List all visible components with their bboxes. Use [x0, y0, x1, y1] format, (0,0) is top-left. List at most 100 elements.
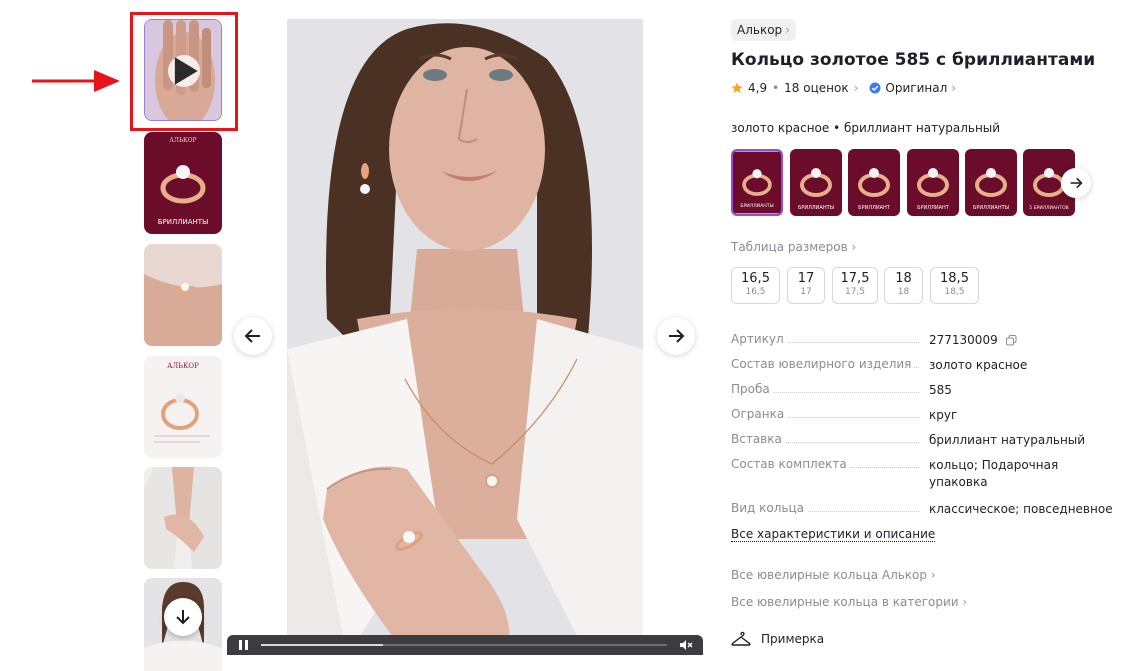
size-main: 17	[797, 271, 815, 286]
chevron-right-icon: ›	[951, 81, 957, 95]
spec-key: Огранка	[731, 407, 919, 421]
arrow-right-icon	[1070, 177, 1083, 189]
category-rings-link[interactable]: Все ювелирные кольца в категории ›	[731, 595, 967, 609]
brand-rings-link[interactable]: Все ювелирные кольца Алькор ›	[731, 568, 936, 582]
spec-value: 277130009	[929, 332, 1119, 349]
size-sub: 18,5	[944, 287, 965, 297]
size-sub: 17,5	[844, 287, 866, 297]
size-main: 16,5	[741, 271, 770, 286]
article-number: 277130009	[929, 333, 998, 347]
thumbnail-video[interactable]	[144, 19, 222, 121]
rating-value: 4,9	[748, 81, 768, 95]
size-sub: 17	[800, 287, 812, 297]
spec-key: Состав ювелирного изделия	[731, 357, 919, 371]
variant-label: золото красное • бриллиант натуральный	[731, 121, 1001, 135]
spec-key-label: Состав ювелирного изделия	[731, 357, 915, 371]
variant-promo-text: БРИЛЛИАНТЫ	[740, 203, 773, 209]
variant-promo-text: БРИЛЛИАНТ	[858, 205, 891, 211]
main-product-video[interactable]	[287, 19, 643, 655]
spec-value: золото красное	[929, 358, 1028, 372]
arrow-right-icon	[669, 329, 685, 343]
mute-icon[interactable]	[679, 639, 693, 651]
chevron-right-icon: ›	[962, 595, 968, 609]
rating-row: 4,9 • 18 оценок › Оригинал ›	[731, 81, 956, 95]
size-option[interactable]: 18,5 18,5	[930, 267, 979, 304]
thumbnail-promo-text: БРИЛЛИАНТЫ	[158, 218, 209, 226]
original-label: Оригинал	[885, 81, 948, 95]
variants-next-button[interactable]	[1061, 168, 1091, 198]
size-main: 18,5	[940, 271, 969, 286]
hanger-icon	[731, 631, 751, 646]
spec-key-label: Вставка	[731, 432, 785, 446]
spec-key: Вставка	[731, 432, 919, 446]
size-main: 17,5	[840, 271, 870, 286]
pause-button[interactable]	[237, 639, 249, 651]
annotation-arrow-icon	[32, 70, 120, 92]
spec-key: Вид кольца	[731, 501, 919, 515]
arrow-down-icon	[176, 610, 190, 625]
thumbnail-promo[interactable]: АЛЬКОР БРИЛЛИАНТЫ	[144, 132, 222, 234]
thumbnail-hand-jacket[interactable]	[144, 467, 222, 569]
variant-option[interactable]: БРИЛЛИАНТЫ	[965, 149, 1017, 216]
copy-icon[interactable]	[1005, 335, 1017, 346]
thumbnail-diagram-brand-text: АЛЬКОР	[167, 362, 199, 370]
spec-value: круг	[929, 408, 958, 422]
size-main: 18	[895, 271, 912, 286]
spec-key: Состав комплекта	[731, 457, 919, 471]
size-option[interactable]: 16,5 16,5	[731, 267, 780, 304]
video-player-controls	[227, 635, 703, 655]
thumbnails-scroll-down-button[interactable]	[164, 598, 202, 636]
spec-key: Артикул	[731, 332, 919, 346]
variant-option[interactable]: БРИЛЛИАНТ	[848, 149, 900, 216]
try-on-label: Примерка	[761, 632, 825, 646]
variant-option[interactable]: БРИЛЛИАНТЫ	[790, 149, 842, 216]
spec-key-label: Состав комплекта	[731, 457, 850, 471]
gallery-next-button[interactable]	[657, 317, 695, 355]
rating-separator: •	[772, 81, 780, 95]
size-table-link[interactable]: Таблица размеров ›	[731, 240, 856, 254]
size-option[interactable]: 18 18	[884, 267, 923, 304]
variant-option[interactable]: БРИЛЛИАНТЫ	[731, 149, 783, 216]
star-icon	[731, 82, 743, 93]
size-sub: 18	[897, 287, 910, 297]
spec-key-label: Вид кольца	[731, 501, 807, 515]
spec-key: Проба	[731, 382, 919, 396]
brand-chip[interactable]: Алькор ›	[731, 19, 796, 41]
chevron-right-icon: ›	[785, 23, 790, 37]
size-table-label: Таблица размеров	[731, 240, 848, 254]
variant-promo-text: БРИЛЛИАНТЫ	[973, 205, 1009, 211]
verified-badge-icon	[869, 82, 881, 94]
variant-promo-text: БРИЛЛИАНТ	[917, 205, 950, 211]
spec-value: бриллиант натуральный	[929, 433, 1086, 447]
spec-value: классическое; повседневное	[929, 502, 1113, 516]
video-progress-bar[interactable]	[261, 644, 667, 646]
spec-value: кольцо; Подарочная упаковка	[929, 458, 1059, 489]
size-option[interactable]: 17,5 17,5	[832, 267, 878, 304]
reviews-link[interactable]: 18 оценок	[784, 81, 848, 95]
play-icon[interactable]	[168, 55, 200, 87]
brand-rings-label: Все ювелирные кольца Алькор	[731, 568, 928, 582]
chevron-right-icon: ›	[853, 81, 859, 95]
chevron-right-icon: ›	[851, 240, 857, 254]
thumbnail-diagram[interactable]: АЛЬКОР	[144, 356, 222, 458]
spec-key-label: Проба	[731, 382, 773, 396]
spec-value: 585	[929, 383, 952, 397]
size-option[interactable]: 17 17	[787, 267, 825, 304]
thumbnail-brand-text: АЛЬКОР	[169, 137, 196, 144]
size-sub: 16,5	[745, 287, 766, 297]
arrow-left-icon	[244, 329, 260, 343]
all-specs-link[interactable]: Все характеристики и описание	[731, 527, 936, 542]
brand-name: Алькор	[737, 23, 783, 37]
product-title: Кольцо золотое 585 с бриллиантами	[731, 50, 1096, 70]
thumbnail-hand-ring[interactable]	[144, 244, 222, 346]
variant-list: БРИЛЛИАНТЫ БРИЛЛИАНТЫ БРИЛЛИАНТ БРИЛЛИАН…	[731, 149, 1077, 216]
spec-key-label: Артикул	[731, 332, 787, 346]
gallery-prev-button[interactable]	[234, 317, 272, 355]
chevron-right-icon: ›	[930, 568, 936, 582]
original-badge[interactable]: Оригинал ›	[869, 81, 956, 95]
category-rings-label: Все ювелирные кольца в категории	[731, 595, 959, 609]
variant-option[interactable]: БРИЛЛИАНТ	[907, 149, 959, 216]
variant-promo-text: 5 БРИЛЛИАНТОВ	[1029, 205, 1068, 211]
try-on-button[interactable]: Примерка	[731, 631, 824, 647]
spec-key-label: Огранка	[731, 407, 788, 421]
